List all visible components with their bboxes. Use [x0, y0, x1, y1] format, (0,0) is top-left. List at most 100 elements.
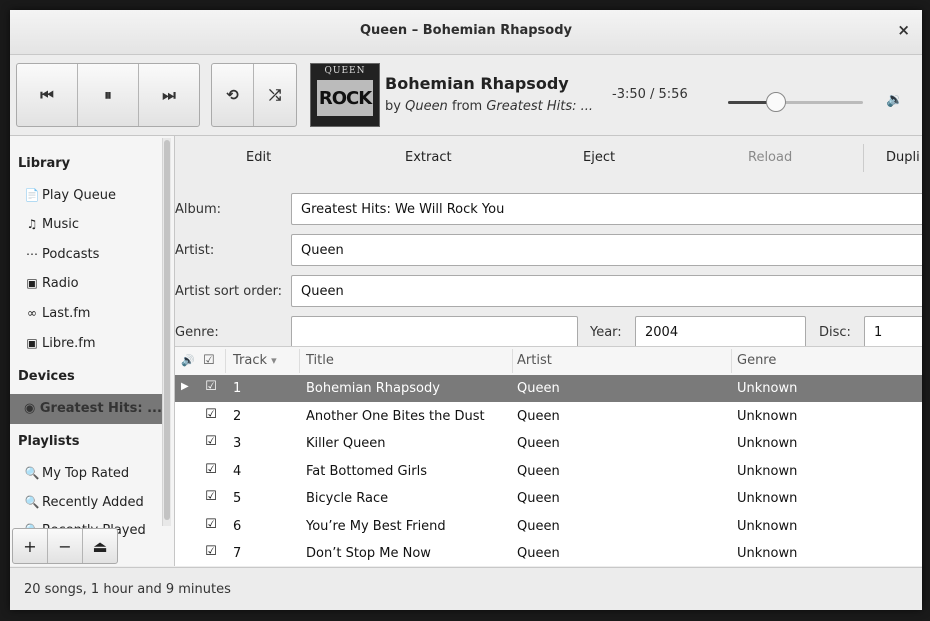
disc-icon: ◉ [24, 401, 36, 416]
cover-title: ROCK [317, 80, 373, 116]
duplicate-button[interactable]: Dupli [886, 150, 920, 165]
checkbox-icon[interactable]: ☑ [204, 545, 218, 559]
sidebar-item-lastfm[interactable]: ∞ Last.fm [24, 306, 90, 321]
column-title[interactable]: Title [306, 353, 334, 368]
player-toolbar: ⏮ ⏸ ⏭ ⟲ ⤮ QUEEN ROCK Bohemian Rhapsody b… [10, 55, 922, 136]
mode-controls: ⟲ ⤮ [211, 63, 297, 127]
checkbox-icon[interactable]: ☑ [204, 380, 218, 394]
reload-button[interactable]: Reload [748, 150, 792, 165]
main-panel: Edit Extract Eject Reload Dupli Album: G… [175, 136, 922, 566]
time-display: -3:50 / 5:56 [612, 87, 688, 102]
column-artist[interactable]: Artist [517, 353, 552, 368]
column-track[interactable]: Track ▾ [233, 353, 277, 368]
eject-button[interactable]: ⏏ [83, 529, 117, 563]
track-title: You’re My Best Friend [306, 518, 446, 534]
table-row[interactable]: ▶ ☑ 1 Bohemian Rhapsody Queen Unknown [175, 375, 922, 402]
radio-icon: ▣ [26, 276, 38, 290]
volume-icon[interactable]: 🔉 [886, 92, 903, 108]
sidebar-item-device[interactable]: ◉ Greatest Hits: ... [10, 394, 162, 424]
cover-band-name: QUEEN [324, 66, 366, 76]
artist-sort-field[interactable]: Queen [291, 275, 922, 307]
sidebar-item-label: Music [42, 217, 79, 232]
playback-controls: ⏮ ⏸ ⏭ [16, 63, 200, 127]
extract-button[interactable]: Extract [405, 150, 452, 165]
sidebar-scrollbar[interactable] [162, 138, 171, 526]
checkbox-icon[interactable]: ☑ [204, 462, 218, 477]
column-separator [731, 349, 732, 373]
table-header: 🔊 ☑ Track ▾ Title Artist Genre [175, 347, 922, 376]
action-bar: Edit Extract Eject Reload Dupli [175, 136, 922, 180]
close-icon[interactable]: × [897, 21, 910, 39]
track-artist: Queen [517, 491, 560, 506]
sidebar-buttons: + − ⏏ [12, 528, 118, 564]
sidebar-item-music[interactable]: ♫ Music [24, 217, 79, 232]
edit-button[interactable]: Edit [246, 150, 271, 165]
checkbox-icon[interactable]: ☑ [204, 407, 218, 422]
checkbox-icon[interactable]: ☑ [204, 517, 218, 532]
track-number: 6 [233, 518, 242, 534]
track-artist: Queen [517, 436, 560, 451]
table-row[interactable]: ☑ 2 Another One Bites the Dust Queen Unknown [175, 403, 922, 430]
previous-icon: ⏮ [40, 86, 54, 104]
previous-button[interactable]: ⏮ [17, 64, 78, 126]
shuffle-button[interactable]: ⤮ [254, 64, 296, 126]
sidebar-item-label: Last.fm [42, 306, 91, 321]
repeat-button[interactable]: ⟲ [212, 64, 254, 126]
eject-action-button[interactable]: Eject [583, 150, 615, 165]
status-bar: 20 songs, 1 hour and 9 minutes [10, 567, 922, 610]
status-text: 20 songs, 1 hour and 9 minutes [24, 582, 231, 597]
sidebar-item-radio[interactable]: ▣ Radio [24, 276, 78, 291]
next-button[interactable]: ⏭ [139, 64, 199, 126]
table-row[interactable]: ☑ 4 Fat Bottomed Girls Queen Unknown [175, 458, 922, 485]
now-playing-artist: Queen [405, 99, 448, 114]
disc-field[interactable]: 1 [864, 316, 922, 348]
play-icon: ▶ [181, 381, 189, 392]
track-genre: Unknown [737, 491, 798, 506]
column-separator [512, 349, 513, 373]
artist-label: Artist: [175, 243, 215, 258]
track-artist: Queen [517, 546, 560, 561]
seek-knob[interactable] [766, 92, 787, 112]
shuffle-icon: ⤮ [268, 86, 281, 104]
track-table: 🔊 ☑ Track ▾ Title Artist Genre ▶ ☑ 1 Bohemi… [175, 346, 922, 566]
sidebar-item-recently-added[interactable]: 🔍 Recently Added [24, 495, 144, 510]
disc-label: Disc: [819, 325, 851, 340]
track-number: 7 [233, 546, 242, 561]
album-field[interactable]: Greatest Hits: We Will Rock You [291, 193, 922, 225]
track-artist: Queen [517, 518, 560, 534]
artist-field[interactable]: Queen [291, 234, 922, 266]
from-word: from [451, 99, 483, 114]
track-genre: Unknown [737, 408, 798, 424]
device-label: ◉ Greatest Hits: ... [24, 401, 162, 416]
table-row[interactable]: ☑ 6 You’re My Best Friend Queen Unknown [175, 513, 922, 540]
check-all-icon[interactable]: ☑ [203, 353, 215, 368]
column-separator [225, 349, 226, 373]
by-word: by [385, 99, 401, 114]
add-button[interactable]: + [13, 529, 48, 563]
table-row[interactable]: ☑ 5 Bicycle Race Queen Unknown [175, 485, 922, 512]
pause-button[interactable]: ⏸ [78, 64, 139, 126]
checkbox-icon[interactable]: ☑ [204, 490, 218, 504]
seek-slider[interactable] [728, 91, 863, 115]
checkbox-icon[interactable]: ☑ [204, 435, 218, 449]
sidebar-item-librefm[interactable]: ▣ Libre.fm [24, 336, 95, 351]
track-artist: Queen [517, 408, 560, 424]
year-field[interactable]: 2004 [635, 316, 806, 348]
table-row[interactable]: ☑ 3 Killer Queen Queen Unknown [175, 430, 922, 457]
genre-field[interactable] [291, 316, 578, 348]
title-bar: Queen – Bohemian Rhapsody × [10, 10, 922, 55]
search-icon: 🔍 [24, 466, 40, 480]
track-genre: Unknown [737, 518, 798, 534]
sidebar-item-top-rated[interactable]: 🔍 My Top Rated [24, 466, 130, 481]
sidebar-item-podcasts[interactable]: ⋯ Podcasts [24, 247, 99, 262]
scrollbar-thumb[interactable] [164, 140, 170, 520]
devices-header: Devices [18, 369, 75, 384]
now-playing-title: Bohemian Rhapsody [385, 74, 569, 93]
column-genre[interactable]: Genre [737, 353, 776, 368]
remove-button[interactable]: − [48, 529, 83, 563]
table-row[interactable]: ☑ 7 Don’t Stop Me Now Queen Unknown [175, 540, 922, 566]
playlists-header: Playlists [18, 434, 80, 449]
sidebar: Library 📄 Play Queue ♫ Music ⋯ Podcasts ▣ Ra… [10, 136, 175, 566]
sidebar-item-play-queue[interactable]: 📄 Play Queue [24, 188, 116, 203]
now-playing-album: Greatest Hits: ... [486, 99, 594, 114]
